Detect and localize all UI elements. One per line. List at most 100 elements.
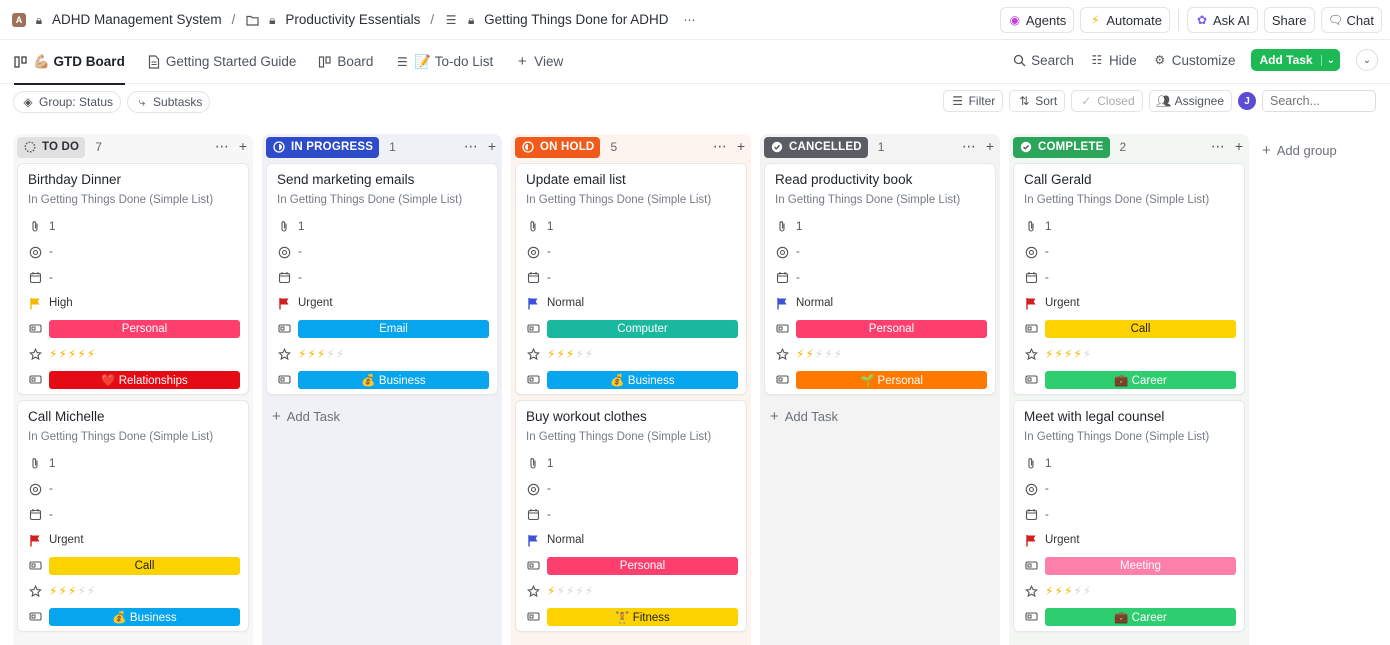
tab-gtd-board[interactable]: 💪🏼 GTD Board (14, 40, 125, 85)
workspace-avatar[interactable]: A (12, 12, 26, 27)
customize-button[interactable]: ⚙ Customize (1153, 53, 1235, 68)
category-tag[interactable]: Computer (547, 319, 738, 338)
energy-row[interactable]: ⚡ ⚡ ⚡ ⚡ ⚡ (526, 342, 738, 368)
task-title[interactable]: Call Gerald (1024, 172, 1236, 189)
energy-rating[interactable]: ⚡ ⚡ ⚡ ⚡ ⚡ (1045, 347, 1091, 361)
energy-row[interactable]: ⚡ ⚡ ⚡ ⚡ ⚡ (526, 579, 738, 605)
energy-rating[interactable]: ⚡ ⚡ ⚡ ⚡ ⚡ (49, 584, 95, 598)
energy-row[interactable]: ⚡ ⚡ ⚡ ⚡ ⚡ (28, 342, 240, 368)
more-options-icon[interactable]: ⋯ (1211, 138, 1225, 155)
energy-row[interactable]: ⚡ ⚡ ⚡ ⚡ ⚡ (28, 579, 240, 605)
add-task-in-column[interactable]: + Add Task (262, 400, 502, 433)
energy-rating[interactable]: ⚡ ⚡ ⚡ ⚡ ⚡ (1045, 584, 1091, 598)
area-tag[interactable]: 🏋️ Fitness (547, 607, 738, 626)
add-task-button[interactable]: Add Task ⌄ (1251, 49, 1340, 71)
due-date-row[interactable]: - (277, 265, 489, 291)
task-title[interactable]: Meet with legal counsel (1024, 409, 1236, 426)
task-card[interactable]: Birthday Dinner In Getting Things Done (S… (17, 163, 249, 395)
assignee-row[interactable]: - (526, 240, 738, 266)
search-button[interactable]: Search (1012, 53, 1074, 68)
due-date-row[interactable]: - (526, 265, 738, 291)
tab-board[interactable]: Board (318, 40, 373, 84)
due-date-row[interactable]: - (28, 502, 240, 528)
due-date-row[interactable]: - (526, 502, 738, 528)
add-view-button[interactable]: + View (515, 40, 563, 84)
group-by-chip[interactable]: ◈ Group: Status (13, 91, 122, 113)
task-title[interactable]: Update email list (526, 172, 738, 189)
automate-button[interactable]: ⚡ Automate (1080, 7, 1170, 33)
task-title[interactable]: Birthday Dinner (28, 172, 240, 189)
more-options-icon[interactable]: ⋯ (215, 138, 229, 155)
category-tag[interactable]: Meeting (1045, 556, 1236, 575)
energy-rating[interactable]: ⚡ ⚡ ⚡ ⚡ ⚡ (298, 347, 344, 361)
area-tag[interactable]: 💰 Business (547, 370, 738, 389)
more-options-icon[interactable]: ⋯ (962, 138, 976, 155)
closed-toggle[interactable]: ✓ Closed (1071, 90, 1143, 112)
task-card[interactable]: Buy workout clothes In Getting Things Don… (515, 400, 747, 632)
assignee-row[interactable]: - (775, 240, 987, 266)
plus-icon[interactable]: + (239, 138, 247, 155)
ask-ai-button[interactable]: ✿ Ask AI (1186, 7, 1258, 33)
priority-row[interactable]: Urgent (28, 528, 240, 554)
status-badge[interactable]: CANCELLED (764, 136, 868, 158)
breadcrumb-workspace[interactable]: ADHD Management System (52, 12, 222, 27)
hide-button[interactable]: ☷ Hide (1090, 53, 1137, 68)
more-options-icon[interactable]: ⋯ (464, 138, 478, 155)
assignee-button[interactable]: 👥︎ Assignee (1148, 90, 1232, 112)
priority-row[interactable]: Normal (775, 291, 987, 317)
assignee-row[interactable]: - (526, 477, 738, 503)
task-card[interactable]: Call Gerald In Getting Things Done (Simpl… (1013, 163, 1245, 395)
status-badge[interactable]: IN PROGRESS (266, 136, 380, 158)
status-badge[interactable]: TO DO (17, 136, 86, 158)
category-tag[interactable]: Personal (547, 556, 738, 575)
task-title[interactable]: Read productivity book (775, 172, 987, 189)
priority-row[interactable]: High (28, 291, 240, 317)
priority-row[interactable]: Urgent (1024, 528, 1236, 554)
breadcrumb-folder[interactable]: Productivity Essentials (285, 12, 420, 27)
priority-row[interactable]: Urgent (277, 291, 489, 317)
task-title[interactable]: Send marketing emails (277, 172, 489, 189)
area-tag[interactable]: 💼 Career (1045, 370, 1236, 389)
category-tag[interactable]: Call (49, 556, 240, 575)
plus-icon[interactable]: + (1235, 138, 1243, 155)
add-group-button[interactable]: + Add group (1258, 134, 1337, 160)
priority-row[interactable]: Normal (526, 291, 738, 317)
plus-icon[interactable]: + (737, 138, 745, 155)
category-tag[interactable]: Personal (796, 319, 987, 338)
area-tag[interactable]: 💼 Career (1045, 607, 1236, 626)
plus-icon[interactable]: + (488, 138, 496, 155)
priority-row[interactable]: Urgent (1024, 291, 1236, 317)
tab-getting-started-guide[interactable]: Getting Started Guide (147, 40, 296, 84)
task-title[interactable]: Buy workout clothes (526, 409, 738, 426)
breadcrumb-list[interactable]: Getting Things Done for ADHD (484, 12, 668, 27)
agents-button[interactable]: ◉ Agents (999, 7, 1075, 33)
area-tag[interactable]: 💰 Business (298, 370, 489, 389)
priority-row[interactable]: Normal (526, 528, 738, 554)
chat-button[interactable]: 🗨︎ Chat (1320, 7, 1382, 33)
task-card[interactable]: Send marketing emails In Getting Things D… (266, 163, 498, 395)
energy-row[interactable]: ⚡ ⚡ ⚡ ⚡ ⚡ (1024, 579, 1236, 605)
task-title[interactable]: Call Michelle (28, 409, 240, 426)
category-tag[interactable]: Call (1045, 319, 1236, 338)
assignee-row[interactable]: - (28, 477, 240, 503)
assignee-row[interactable]: - (1024, 240, 1236, 266)
filter-button[interactable]: ☰ Filter (942, 90, 1004, 112)
energy-rating[interactable]: ⚡ ⚡ ⚡ ⚡ ⚡ (547, 584, 593, 598)
status-badge[interactable]: ON HOLD (515, 136, 601, 158)
assignee-row[interactable]: - (28, 240, 240, 266)
status-badge[interactable]: COMPLETE (1013, 136, 1110, 158)
plus-icon[interactable]: + (986, 138, 994, 155)
assignee-row[interactable]: - (1024, 477, 1236, 503)
energy-row[interactable]: ⚡ ⚡ ⚡ ⚡ ⚡ (277, 342, 489, 368)
due-date-row[interactable]: - (28, 265, 240, 291)
avatar[interactable]: J (1238, 92, 1256, 110)
more-options-icon[interactable]: ⋯ (683, 13, 697, 27)
collapse-toolbar-button[interactable]: ⌄ (1356, 49, 1378, 71)
energy-row[interactable]: ⚡ ⚡ ⚡ ⚡ ⚡ (1024, 342, 1236, 368)
chevron-down-icon[interactable]: ⌄ (1320, 54, 1340, 66)
energy-rating[interactable]: ⚡ ⚡ ⚡ ⚡ ⚡ (547, 347, 593, 361)
share-button[interactable]: Share (1263, 7, 1315, 33)
subtasks-chip[interactable]: ⤷ Subtasks (127, 91, 211, 113)
energy-rating[interactable]: ⚡ ⚡ ⚡ ⚡ ⚡ (796, 347, 842, 361)
area-tag[interactable]: ❤️ Relationships (49, 370, 240, 389)
